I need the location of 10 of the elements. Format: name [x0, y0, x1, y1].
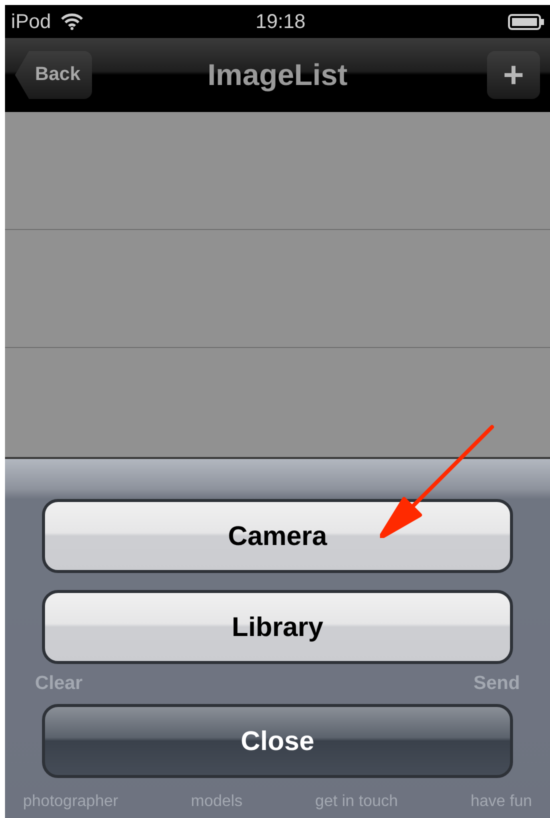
carrier-label: iPod [11, 10, 52, 34]
status-time: 19:18 [255, 10, 307, 34]
sheet-button[interactable]: Close [42, 704, 513, 778]
sheet-button[interactable]: Camera [42, 499, 513, 573]
navigation-title: ImageList [207, 58, 348, 94]
back-button[interactable]: Back [15, 51, 92, 99]
add-button[interactable]: + [487, 51, 540, 99]
battery-icon [508, 14, 544, 30]
wifi-icon [61, 13, 84, 30]
sheet-button[interactable]: Library [42, 590, 513, 664]
